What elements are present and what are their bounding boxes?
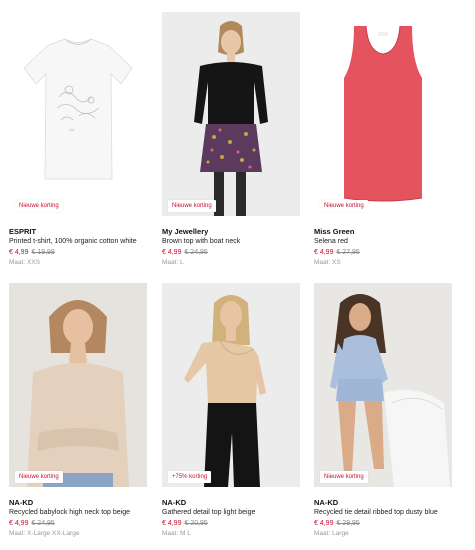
price-old: € 29,95 — [336, 520, 360, 527]
product-card[interactable]: Nieuwe korting NA-KD Recycled tie detail… — [314, 283, 452, 538]
product-title: Gathered detail top light beige — [162, 509, 256, 516]
product-title: Recycled babylock high neck top beige — [9, 509, 131, 516]
product-title: Recycled tie detail ribbed top dusty blu… — [314, 509, 438, 516]
product-title: Selena red — [314, 238, 348, 245]
discount-badge: Nieuwe korting — [168, 200, 216, 212]
product-title: Printed t-shirt, 100% organic cotton whi… — [9, 238, 137, 245]
product-image[interactable]: Nieuwe korting — [314, 283, 452, 487]
price-new: € 4,99 — [162, 249, 182, 256]
product-card[interactable]: Nieuwe korting NA-KD Recycled babylock h… — [9, 283, 147, 538]
product-grid: ≈≈ Nieuwe korting ESPRIT Printed t-shirt… — [0, 0, 475, 550]
price-new: € 4,99 — [162, 520, 182, 527]
svg-text:≈≈: ≈≈ — [69, 128, 75, 134]
product-size: Maat: L — [162, 259, 184, 266]
product-image[interactable]: ≈≈ Nieuwe korting — [9, 12, 147, 216]
price-new: € 4,99 — [9, 520, 29, 527]
product-image[interactable]: Nieuwe korting — [9, 283, 147, 487]
discount-badge: Nieuwe korting — [15, 200, 63, 212]
product-size: Maat: XS — [314, 259, 341, 266]
product-brand: NA-KD — [9, 498, 34, 507]
product-image[interactable]: +75% korting — [162, 283, 300, 487]
product-size: Maat: X-Large XX-Large — [9, 530, 80, 537]
discount-badge: +75% korting — [168, 471, 212, 483]
price-new: € 4,99 — [314, 520, 334, 527]
price-old: € 24,95 — [184, 249, 208, 256]
price-new: € 4,99 — [9, 249, 29, 256]
discount-badge: Nieuwe korting — [320, 471, 368, 483]
price-old: € 27,95 — [336, 249, 360, 256]
model-image — [162, 12, 300, 216]
product-brand: NA-KD — [314, 498, 339, 507]
product-image[interactable]: Nieuwe korting — [314, 12, 452, 216]
product-card[interactable]: +75% korting NA-KD Gathered detail top l… — [162, 283, 300, 538]
discount-badge: Nieuwe korting — [15, 471, 63, 483]
product-card[interactable]: ≈≈ Nieuwe korting ESPRIT Printed t-shirt… — [9, 12, 147, 267]
discount-badge: Nieuwe korting — [320, 200, 368, 212]
product-brand: NA-KD — [162, 498, 187, 507]
product-brand: Miss Green — [314, 227, 355, 236]
product-size: Maat: M L — [162, 530, 191, 537]
product-size: Maat: Large — [314, 530, 349, 537]
product-title: Brown top with boat neck — [162, 238, 241, 245]
price-new: € 4,99 — [314, 249, 334, 256]
product-brand: ESPRIT — [9, 227, 37, 236]
product-size: Maat: XXS — [9, 259, 41, 266]
price-old: € 24,95 — [31, 520, 55, 527]
tshirt-image: ≈≈ — [23, 38, 133, 180]
product-card[interactable]: Nieuwe korting Miss Green Selena red € 4… — [314, 12, 452, 267]
model-image — [162, 283, 300, 487]
model-image — [314, 283, 452, 487]
model-image — [9, 283, 147, 487]
price-old: € 20,95 — [184, 520, 208, 527]
product-card[interactable]: Nieuwe korting My Jewellery Brown top wi… — [162, 12, 300, 267]
tank-top-image — [343, 25, 423, 202]
product-brand: My Jewellery — [162, 227, 209, 236]
price-old: € 19,99 — [31, 249, 55, 256]
product-image[interactable]: Nieuwe korting — [162, 12, 300, 216]
